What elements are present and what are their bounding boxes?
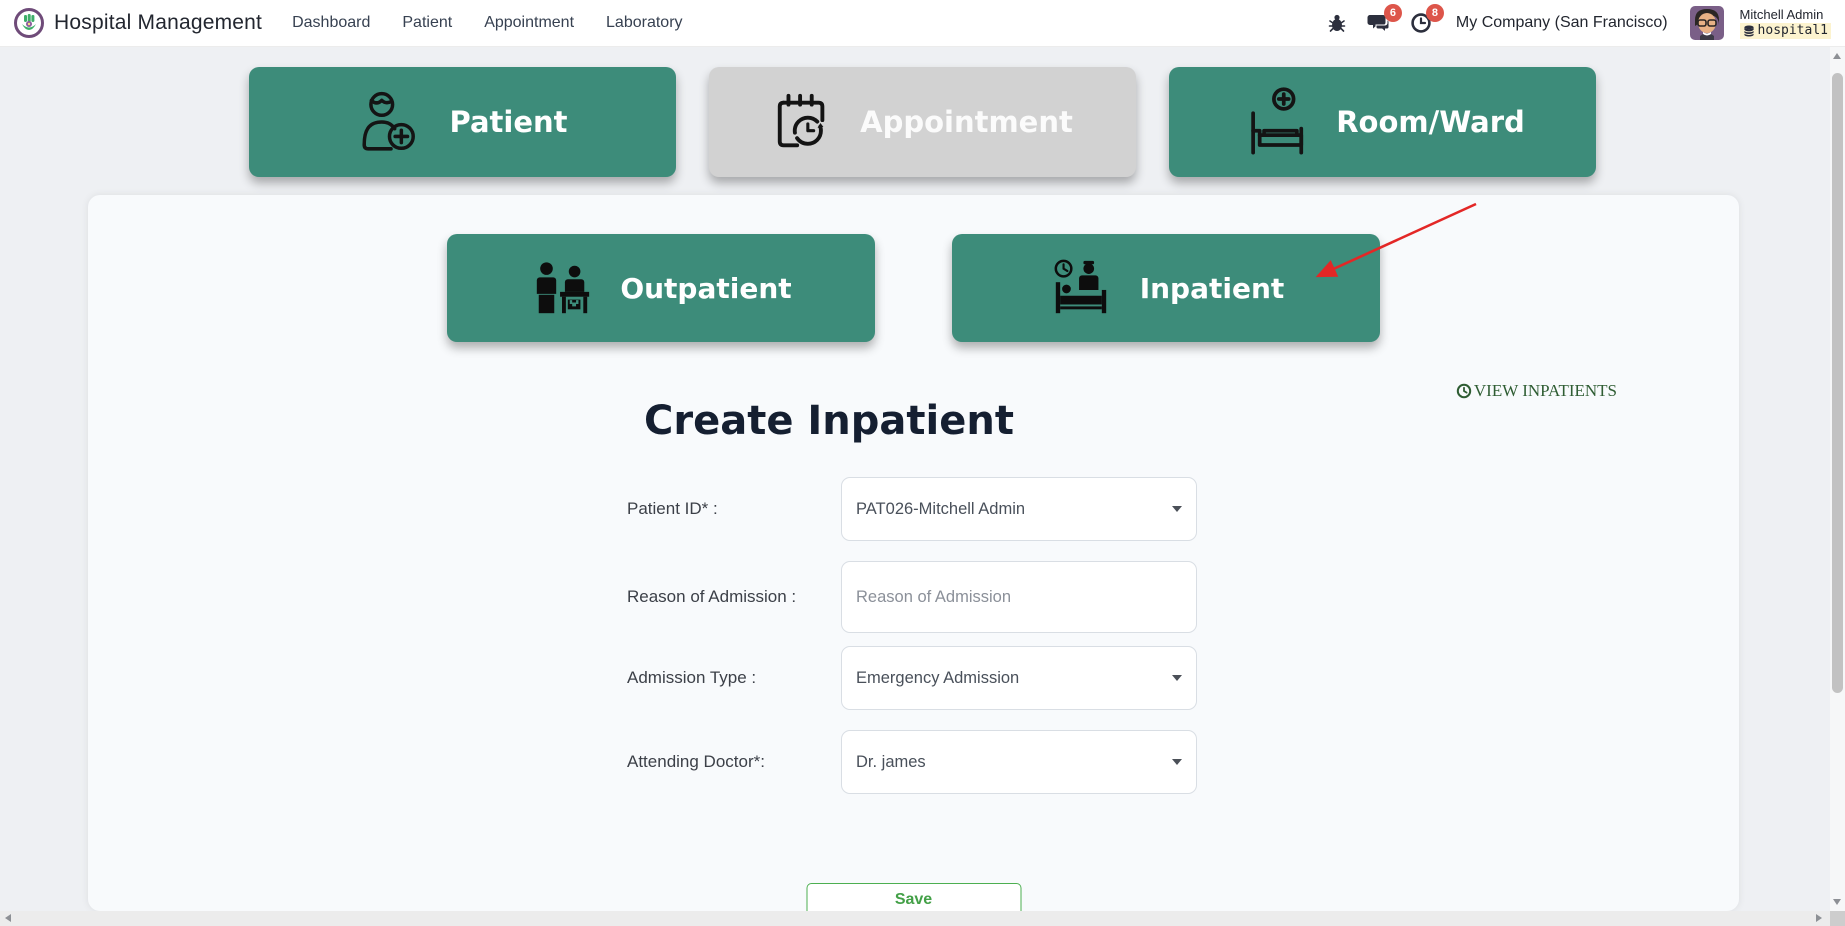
attending-doctor-value: Dr. james	[856, 752, 926, 771]
appointment-module-label: Appointment	[860, 105, 1073, 139]
debug-bug-icon[interactable]	[1324, 10, 1350, 36]
form-row-doctor: Attending Doctor*: Dr. james	[88, 730, 1739, 794]
main-menu: Dashboard Patient Appointment Laboratory	[292, 14, 682, 32]
scroll-right-arrow-icon[interactable]	[1816, 914, 1822, 922]
menu-appointment[interactable]: Appointment	[484, 14, 574, 32]
reason-label: Reason of Admission :	[627, 587, 797, 606]
patient-id-select[interactable]: PAT026-Mitchell Admin	[841, 477, 1197, 541]
form-row-reason: Reason of Admission :	[88, 561, 1739, 633]
patient-id-label: Patient ID* :	[627, 499, 718, 518]
app-window: Hospital Management Dashboard Patient Ap…	[0, 0, 1845, 926]
inpatient-label: Inpatient	[1139, 271, 1285, 305]
hospital-logo-icon	[14, 8, 44, 38]
scroll-down-arrow-icon[interactable]	[1833, 899, 1841, 905]
company-switcher[interactable]: My Company (San Francisco)	[1456, 14, 1668, 32]
patient-module-label: Patient	[449, 105, 568, 139]
attending-doctor-label: Attending Doctor*:	[627, 752, 765, 771]
outpatient-label: Outpatient	[620, 271, 792, 305]
bed-add-icon	[1251, 87, 1304, 155]
database-name: hospital1	[1757, 23, 1828, 38]
inpatient-bed-icon	[1054, 259, 1106, 314]
menu-dashboard[interactable]: Dashboard	[292, 14, 370, 32]
patient-module-button[interactable]: Patient	[249, 67, 676, 177]
activities-badge: 8	[1425, 4, 1444, 22]
user-avatar[interactable]	[1689, 6, 1724, 40]
database-icon	[1743, 25, 1754, 37]
navbar-right: 6 8 My Company (San Francisco) Mitchell …	[1324, 4, 1831, 40]
patient-type-row: Outpatient Inpatient	[88, 234, 1739, 342]
appointment-calendar-icon	[777, 93, 825, 148]
scroll-left-arrow-icon[interactable]	[5, 914, 11, 922]
menu-patient[interactable]: Patient	[402, 14, 452, 32]
vertical-scrollbar-thumb[interactable]	[1832, 73, 1843, 693]
vertical-scrollbar[interactable]	[1830, 47, 1845, 911]
admission-type-select[interactable]: Emergency Admission	[841, 646, 1197, 710]
activities-clock-icon[interactable]: 8	[1408, 4, 1444, 36]
menu-laboratory[interactable]: Laboratory	[606, 14, 683, 32]
patient-id-value: PAT026-Mitchell Admin	[856, 499, 1026, 518]
form-row-admission-type: Admission Type : Emergency Admission	[88, 646, 1739, 710]
form-row-patient-id: Patient ID* : PAT026-Mitchell Admin	[88, 477, 1739, 541]
chevron-down-icon	[1172, 759, 1182, 765]
main-content-card: Outpatient Inpatient VIEW INPATIENTS Cre…	[88, 195, 1739, 916]
admission-type-value: Emergency Admission	[856, 668, 1020, 687]
admission-type-label: Admission Type :	[627, 668, 757, 687]
outpatient-reception-icon	[537, 262, 590, 314]
user-menu[interactable]: Mitchell Admin hospital1	[1739, 6, 1831, 40]
room-ward-module-button[interactable]: Room/Ward	[1169, 67, 1596, 177]
scroll-up-arrow-icon[interactable]	[1833, 53, 1841, 59]
top-navbar: Hospital Management Dashboard Patient Ap…	[0, 0, 1845, 47]
inpatient-button[interactable]: Inpatient	[952, 234, 1380, 342]
page-title: Create Inpatient	[644, 398, 1014, 444]
patient-add-icon	[362, 91, 416, 151]
history-clock-icon	[1456, 383, 1472, 399]
database-chip: hospital1	[1739, 23, 1831, 40]
module-button-row: Patient Appointment Room/Ward	[0, 67, 1845, 177]
messages-icon[interactable]: 6	[1366, 4, 1402, 36]
chevron-down-icon	[1172, 675, 1182, 681]
app-brand[interactable]: Hospital Management	[14, 8, 262, 38]
horizontal-scrollbar[interactable]	[0, 911, 1830, 926]
user-name: Mitchell Admin	[1739, 6, 1824, 22]
chevron-down-icon	[1172, 506, 1182, 512]
appointment-module-button[interactable]: Appointment	[709, 67, 1136, 177]
scrollbar-corner	[1830, 911, 1845, 926]
messages-badge: 6	[1383, 4, 1402, 22]
room-ward-module-label: Room/Ward	[1336, 105, 1525, 139]
app-title: Hospital Management	[54, 11, 263, 34]
outpatient-button[interactable]: Outpatient	[447, 234, 875, 342]
attending-doctor-select[interactable]: Dr. james	[841, 730, 1197, 794]
reason-input[interactable]	[841, 561, 1197, 633]
